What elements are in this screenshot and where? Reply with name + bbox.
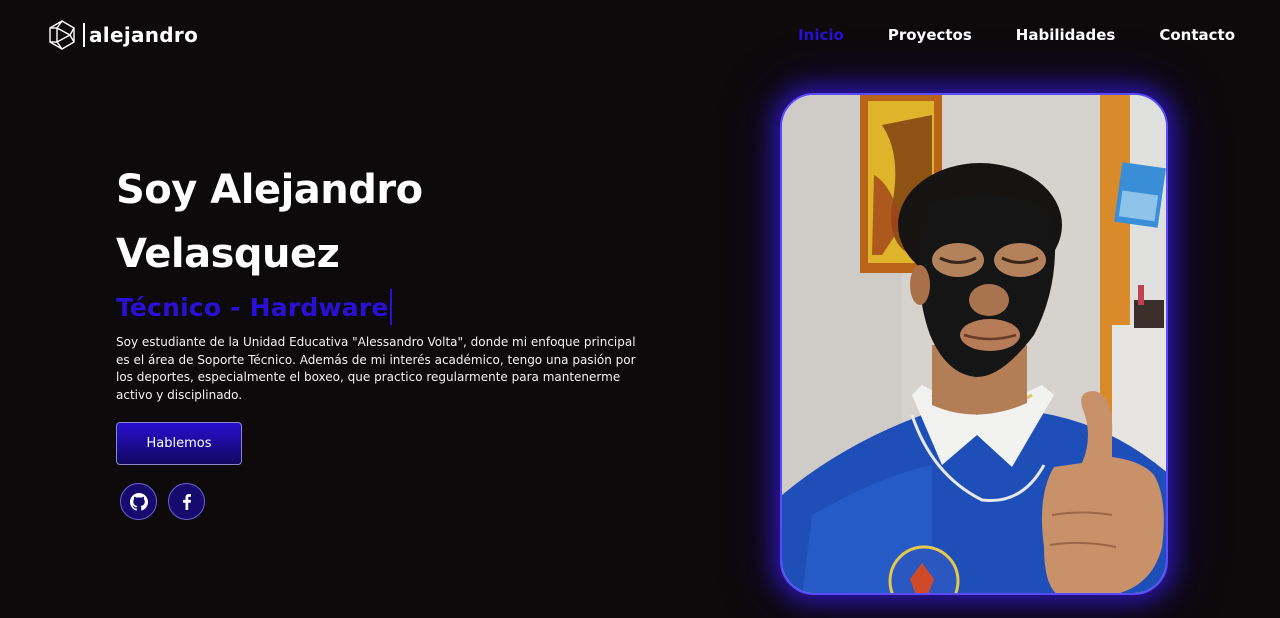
github-link[interactable] bbox=[120, 483, 157, 520]
navbar: alejandro Inicio Proyectos Habilidades C… bbox=[0, 0, 1280, 70]
typing-caret bbox=[389, 289, 392, 325]
social-links bbox=[120, 483, 636, 520]
hero-subtitle-row: Técnico - Hardware bbox=[116, 288, 636, 326]
hablemos-button[interactable]: Hablemos bbox=[116, 422, 242, 465]
nav-link-inicio[interactable]: Inicio bbox=[798, 24, 844, 46]
hero-subtitle: Técnico - Hardware bbox=[116, 292, 389, 322]
hero-description: Soy estudiante de la Unidad Educativa "A… bbox=[116, 335, 636, 402]
nav-menu: Inicio Proyectos Habilidades Contacto bbox=[754, 24, 1235, 46]
profile-photo-illustration bbox=[782, 95, 1166, 593]
github-icon bbox=[129, 492, 148, 511]
nav-link-habilidades[interactable]: Habilidades bbox=[1016, 24, 1116, 46]
profile-photo bbox=[780, 93, 1168, 595]
nav-link-proyectos[interactable]: Proyectos bbox=[888, 24, 972, 46]
nav-link-contacto[interactable]: Contacto bbox=[1159, 24, 1235, 46]
logo-divider bbox=[83, 23, 85, 47]
facebook-link[interactable] bbox=[168, 483, 205, 520]
portfolio-page: alejandro Inicio Proyectos Habilidades C… bbox=[0, 0, 1280, 618]
hero-title-line2: Velasquez bbox=[116, 231, 340, 277]
logo[interactable]: alejandro bbox=[46, 18, 198, 52]
hero-section: Soy Alejandro Velasquez Técnico - Hardwa… bbox=[116, 158, 636, 520]
facebook-icon bbox=[182, 493, 191, 510]
hero-title-line1: Soy Alejandro bbox=[116, 167, 423, 213]
geometric-logo-icon bbox=[49, 20, 75, 50]
hero-title: Soy Alejandro Velasquez bbox=[116, 158, 636, 286]
logo-text: alejandro bbox=[89, 23, 199, 47]
